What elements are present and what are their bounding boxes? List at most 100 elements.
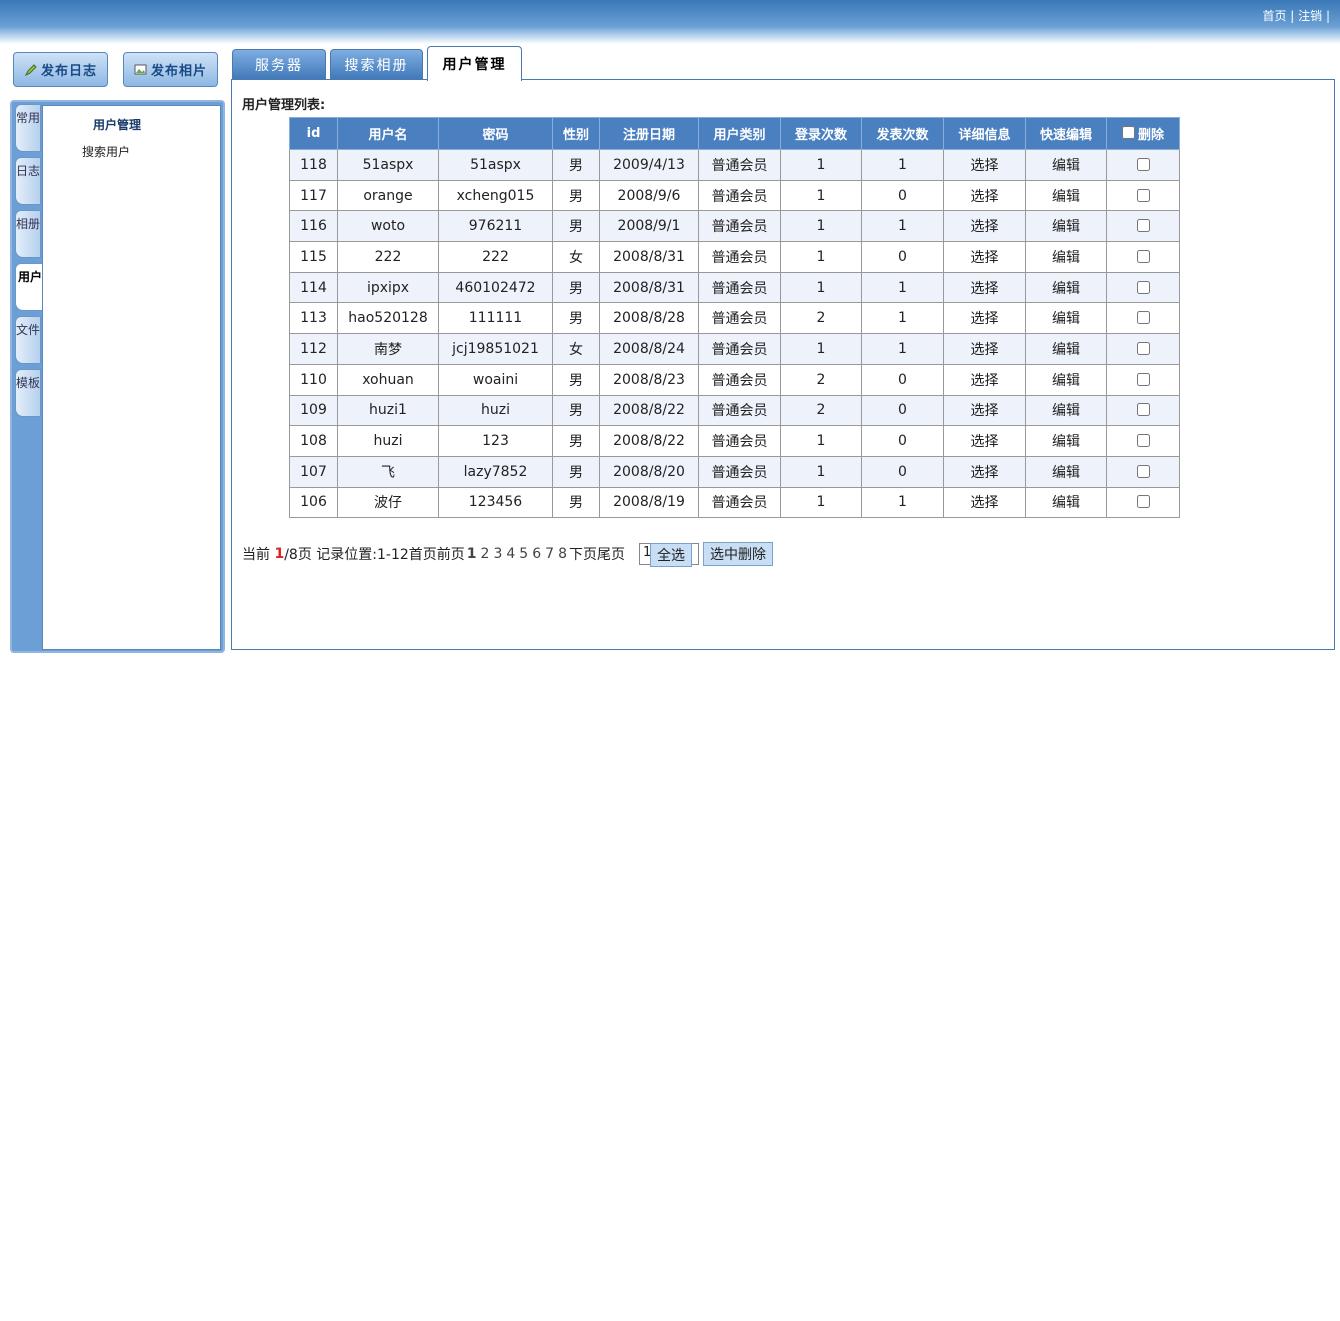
select-link[interactable]: 选择 xyxy=(943,333,1026,365)
post-blog-button[interactable]: 发布日志 xyxy=(13,52,108,87)
delete-selected-button[interactable]: 选中删除 xyxy=(702,542,773,566)
table-cell: 107 xyxy=(289,455,338,488)
delete-cell xyxy=(1106,302,1180,335)
page-link[interactable]: 3 xyxy=(493,546,502,562)
row-checkbox[interactable] xyxy=(1137,495,1150,509)
edit-link[interactable]: 编辑 xyxy=(1025,486,1107,519)
column-header-label: 详细信息 xyxy=(958,128,1011,143)
pager-first[interactable]: 首页 xyxy=(409,544,437,564)
table-cell: 女 xyxy=(552,333,600,365)
edit-link[interactable]: 编辑 xyxy=(1025,241,1107,273)
table-cell: 0 xyxy=(861,363,944,396)
top-links: 首页 | 注销 | xyxy=(1262,9,1330,23)
side-tab-common[interactable]: 常用 xyxy=(15,104,41,152)
pager-prev[interactable]: 前页 xyxy=(437,544,465,564)
select-all-button[interactable]: 全选 xyxy=(649,543,692,567)
edit-link[interactable]: 编辑 xyxy=(1025,425,1107,457)
page-link[interactable]: 2 xyxy=(481,546,490,562)
select-link[interactable]: 选择 xyxy=(943,271,1026,304)
column-header: 发表次数 xyxy=(861,117,944,150)
page-link[interactable]: 4 xyxy=(506,546,515,562)
column-header: 注册日期 xyxy=(599,117,699,150)
table-row: 114 ipxipx 460102472 男 2008/8/31 普通会员 1 1 选择 编辑 xyxy=(289,271,1180,304)
select-link[interactable]: 选择 xyxy=(943,486,1026,519)
side-menu: 用户管理 搜索用户 xyxy=(42,105,221,650)
row-checkbox[interactable] xyxy=(1137,249,1150,263)
table-cell: 2 xyxy=(780,394,862,427)
post-photo-button[interactable]: 发布相片 xyxy=(123,52,218,87)
edit-link[interactable]: 编辑 xyxy=(1025,179,1107,212)
tab-user-management[interactable]: 用户管理 xyxy=(427,46,522,81)
table-cell: 男 xyxy=(552,363,600,396)
row-checkbox[interactable] xyxy=(1137,157,1150,171)
home-link[interactable]: 首页 xyxy=(1262,9,1286,23)
select-link[interactable]: 选择 xyxy=(943,210,1026,243)
row-checkbox[interactable] xyxy=(1137,280,1150,294)
table-cell: hao520128 xyxy=(337,302,439,335)
row-checkbox[interactable] xyxy=(1137,341,1150,355)
row-checkbox[interactable] xyxy=(1137,311,1150,325)
edit-link[interactable]: 编辑 xyxy=(1025,210,1107,243)
delete-cell xyxy=(1106,486,1180,519)
table-cell: 106 xyxy=(289,486,338,519)
delete-cell xyxy=(1106,363,1180,396)
row-checkbox[interactable] xyxy=(1137,372,1150,386)
select-link[interactable]: 选择 xyxy=(943,394,1026,427)
side-tab-file[interactable]: 文件 xyxy=(15,316,41,364)
logout-link[interactable]: 注销 xyxy=(1298,9,1322,23)
select-link[interactable]: 选择 xyxy=(943,302,1026,335)
column-header-label: 用户名 xyxy=(368,128,408,143)
row-checkbox[interactable] xyxy=(1137,219,1150,233)
page-link[interactable]: 1 xyxy=(467,546,477,562)
row-checkbox[interactable] xyxy=(1137,464,1150,478)
row-checkbox[interactable] xyxy=(1137,188,1150,202)
page-link[interactable]: 6 xyxy=(532,546,541,562)
side-tab-user[interactable]: 用户 xyxy=(15,263,44,311)
select-link[interactable]: 选择 xyxy=(943,363,1026,396)
table-cell: 男 xyxy=(552,425,600,457)
tab-server[interactable]: 服务器 xyxy=(232,49,326,80)
page-link[interactable]: 5 xyxy=(519,546,528,562)
table-cell: 1 xyxy=(780,333,862,365)
select-link[interactable]: 选择 xyxy=(943,179,1026,212)
side-tab-album[interactable]: 相册 xyxy=(15,210,41,258)
edit-link[interactable]: 编辑 xyxy=(1025,302,1107,335)
delete-cell xyxy=(1106,333,1180,365)
edit-link[interactable]: 编辑 xyxy=(1025,394,1107,427)
post-photo-label: 发布相片 xyxy=(150,64,207,79)
select-link[interactable]: 选择 xyxy=(943,425,1026,457)
page-input[interactable]: 1 全选 xyxy=(638,543,699,567)
select-link[interactable]: 选择 xyxy=(943,241,1026,273)
search-user-link[interactable]: 搜索用户 xyxy=(82,143,130,160)
page-link[interactable]: 7 xyxy=(545,546,554,562)
edit-link[interactable]: 编辑 xyxy=(1025,149,1107,181)
column-header-label: 登录次数 xyxy=(794,128,847,143)
edit-link[interactable]: 编辑 xyxy=(1025,271,1107,304)
edit-link[interactable]: 编辑 xyxy=(1025,363,1107,396)
side-panel: 常用 日志 相册 用户 文件 模板 用户管理 搜索用户 xyxy=(10,100,225,653)
table-cell: 114 xyxy=(289,271,338,304)
pager-last[interactable]: 尾页 xyxy=(597,544,625,564)
table-cell: 1 xyxy=(861,333,944,365)
row-checkbox[interactable] xyxy=(1137,434,1150,448)
pager-next[interactable]: 下页 xyxy=(569,544,597,564)
table-cell: 1 xyxy=(780,271,862,304)
table-cell: 南梦 xyxy=(337,333,439,365)
side-tab-blog[interactable]: 日志 xyxy=(15,157,41,205)
tab-search-album[interactable]: 搜索相册 xyxy=(330,49,423,80)
row-checkbox[interactable] xyxy=(1137,403,1150,417)
table-cell: 男 xyxy=(552,455,600,488)
table-cell: xcheng015 xyxy=(438,179,553,212)
pager-pages: 12345678 xyxy=(465,546,569,562)
table-cell: 2008/8/22 xyxy=(599,394,699,427)
side-tab-template[interactable]: 模板 xyxy=(15,369,41,417)
edit-link[interactable]: 编辑 xyxy=(1025,455,1107,488)
page-link[interactable]: 8 xyxy=(558,546,567,562)
table-cell: 普通会员 xyxy=(698,271,781,304)
edit-link[interactable]: 编辑 xyxy=(1025,333,1107,365)
select-link[interactable]: 选择 xyxy=(943,455,1026,488)
select-all-checkbox[interactable] xyxy=(1121,126,1135,139)
select-link[interactable]: 选择 xyxy=(943,149,1026,181)
table-cell: huzi1 xyxy=(337,394,439,427)
header-bar: 首页 | 注销 | xyxy=(0,0,1340,44)
